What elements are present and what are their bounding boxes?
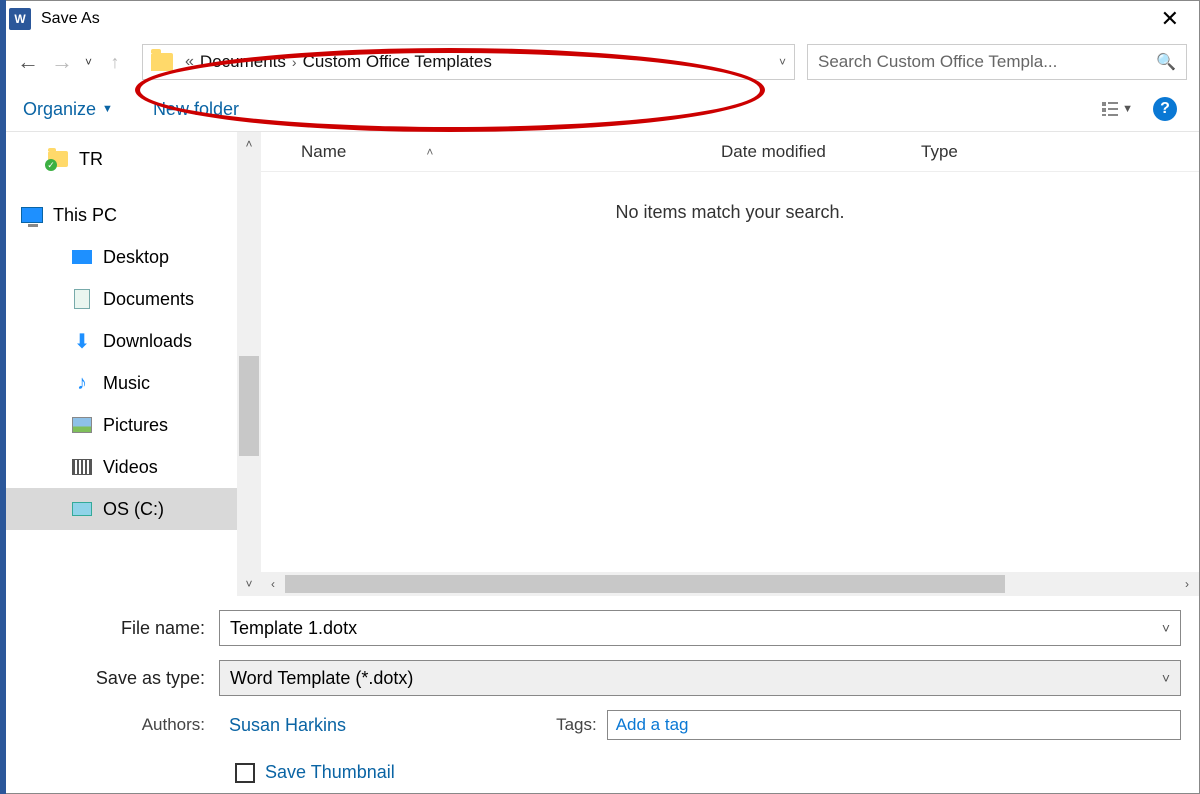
column-headers: Name ˄ Date modified Type bbox=[261, 132, 1199, 172]
address-dropdown[interactable]: ˅ bbox=[779, 55, 786, 69]
save-options-panel: File name: Template 1.dotx ˅ Save as typ… bbox=[1, 596, 1199, 793]
sidebar-item-videos[interactable]: Videos bbox=[1, 446, 237, 488]
pc-icon bbox=[21, 205, 43, 225]
scroll-thumb[interactable] bbox=[285, 575, 1005, 593]
scroll-up-icon[interactable]: ˄ bbox=[237, 132, 261, 156]
breadcrumb-overflow[interactable]: « bbox=[185, 53, 194, 71]
sort-indicator-icon: ˄ bbox=[426, 145, 433, 159]
scroll-right-icon[interactable]: › bbox=[1175, 577, 1199, 591]
sidebar-item-downloads[interactable]: ⬇ Downloads bbox=[1, 320, 237, 362]
toolbar: Organize ▼ New folder ▼ ? bbox=[1, 87, 1199, 131]
new-folder-button[interactable]: New folder bbox=[153, 99, 239, 120]
authors-value[interactable]: Susan Harkins bbox=[229, 715, 346, 736]
back-button[interactable]: ← bbox=[13, 47, 43, 77]
file-list-body: No items match your search. bbox=[261, 172, 1199, 572]
sidebar-item-this-pc[interactable]: This PC bbox=[1, 194, 237, 236]
filename-input[interactable]: Template 1.dotx ˅ bbox=[219, 610, 1181, 646]
downloads-icon: ⬇ bbox=[71, 331, 93, 351]
nav-bar: ← → ˅ ↑ « Documents › Custom Office Temp… bbox=[1, 37, 1199, 87]
window-title: Save As bbox=[41, 10, 1149, 28]
left-accent bbox=[0, 0, 6, 794]
column-type[interactable]: Type bbox=[921, 142, 958, 162]
breadcrumb-custom-templates[interactable]: Custom Office Templates bbox=[303, 52, 492, 72]
folder-sync-icon: ✓ bbox=[47, 149, 69, 169]
chevron-down-icon: ▼ bbox=[1122, 103, 1133, 115]
scroll-down-icon[interactable]: ˅ bbox=[237, 572, 261, 596]
search-placeholder: Search Custom Office Templa... bbox=[818, 52, 1057, 72]
chevron-right-icon: › bbox=[292, 54, 297, 70]
word-icon: W bbox=[9, 8, 31, 30]
chevron-down-icon[interactable]: ˅ bbox=[1162, 620, 1170, 636]
titlebar: W Save As ✕ bbox=[1, 1, 1199, 37]
view-grid-icon bbox=[1102, 102, 1120, 116]
close-button[interactable]: ✕ bbox=[1149, 6, 1191, 32]
help-button[interactable]: ? bbox=[1153, 97, 1177, 121]
sidebar: ✓ TR This PC Desktop Documents ⬇ bbox=[1, 132, 261, 596]
save-thumbnail-label[interactable]: Save Thumbnail bbox=[265, 762, 395, 783]
organize-button[interactable]: Organize ▼ bbox=[23, 99, 113, 120]
saveastype-label: Save as type: bbox=[19, 668, 219, 689]
sidebar-item-tr[interactable]: ✓ TR bbox=[1, 138, 237, 180]
music-icon: ♪ bbox=[71, 373, 93, 393]
content-h-scrollbar[interactable]: ‹ › bbox=[261, 572, 1199, 596]
chevron-down-icon[interactable]: ˅ bbox=[1162, 670, 1170, 686]
sidebar-item-documents[interactable]: Documents bbox=[1, 278, 237, 320]
search-icon[interactable]: 🔍 bbox=[1156, 52, 1176, 72]
sidebar-item-desktop[interactable]: Desktop bbox=[1, 236, 237, 278]
authors-label: Authors: bbox=[19, 715, 219, 735]
address-bar[interactable]: « Documents › Custom Office Templates ˅ bbox=[142, 44, 795, 80]
column-date[interactable]: Date modified bbox=[721, 142, 921, 162]
sidebar-item-music[interactable]: ♪ Music bbox=[1, 362, 237, 404]
tags-input[interactable]: Add a tag bbox=[607, 710, 1181, 740]
file-list-panel: Name ˄ Date modified Type No items match… bbox=[261, 132, 1199, 596]
nav-tree: ✓ TR This PC Desktop Documents ⬇ bbox=[1, 132, 237, 596]
videos-icon bbox=[71, 457, 93, 477]
pictures-icon bbox=[71, 415, 93, 435]
main-area: ✓ TR This PC Desktop Documents ⬇ bbox=[1, 131, 1199, 596]
scroll-left-icon[interactable]: ‹ bbox=[261, 577, 285, 591]
history-dropdown[interactable]: ˅ bbox=[81, 55, 96, 69]
tags-label: Tags: bbox=[556, 715, 597, 735]
forward-button[interactable]: → bbox=[47, 47, 77, 77]
sidebar-scrollbar[interactable]: ˄ ˅ bbox=[237, 132, 261, 596]
sidebar-item-os-c[interactable]: OS (C:) bbox=[1, 488, 237, 530]
desktop-icon bbox=[71, 247, 93, 267]
save-thumbnail-checkbox[interactable] bbox=[235, 763, 255, 783]
breadcrumb-documents[interactable]: Documents bbox=[200, 52, 286, 72]
drive-icon bbox=[71, 499, 93, 519]
sidebar-item-pictures[interactable]: Pictures bbox=[1, 404, 237, 446]
save-as-dialog: W Save As ✕ ← → ˅ ↑ « Documents › Custom… bbox=[0, 0, 1200, 794]
up-button[interactable]: ↑ bbox=[100, 47, 130, 77]
folder-icon bbox=[151, 53, 173, 71]
documents-icon bbox=[71, 289, 93, 309]
filename-label: File name: bbox=[19, 618, 219, 639]
scroll-thumb[interactable] bbox=[239, 356, 259, 456]
empty-message: No items match your search. bbox=[261, 202, 1199, 223]
saveastype-select[interactable]: Word Template (*.dotx) ˅ bbox=[219, 660, 1181, 696]
chevron-down-icon: ▼ bbox=[102, 103, 113, 115]
view-options-button[interactable]: ▼ bbox=[1102, 102, 1133, 116]
search-input[interactable]: Search Custom Office Templa... 🔍 bbox=[807, 44, 1187, 80]
column-name[interactable]: Name ˄ bbox=[261, 142, 721, 162]
